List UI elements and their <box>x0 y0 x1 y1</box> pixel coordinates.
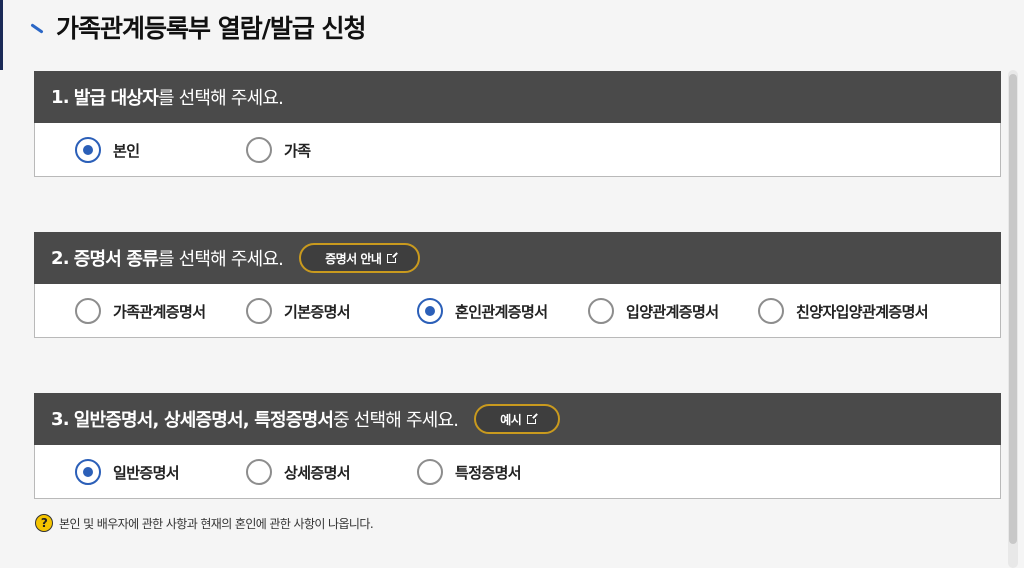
option-label: 기본증명서 <box>284 302 351 321</box>
info-note-text: 본인 및 배우자에 관한 사항과 현재의 혼인에 관한 사항이 나옵니다. <box>59 516 374 531</box>
section-3-title-rest: 중 선택해 주세요. <box>333 410 459 431</box>
radio-unselected-icon[interactable] <box>75 298 101 324</box>
option-label: 입양관계증명서 <box>626 302 719 321</box>
radio-selected-icon[interactable] <box>75 137 101 163</box>
option-label: 상세증명서 <box>284 463 351 482</box>
radio-option-marriage[interactable]: 혼인관계증명서 <box>417 284 548 338</box>
section-1-options: 본인 가족 <box>34 123 1001 177</box>
radio-unselected-icon[interactable] <box>246 137 272 163</box>
radio-unselected-icon[interactable] <box>588 298 614 324</box>
section-2-options: 가족관계증명서 기본증명서 혼인관계증명서 입양관계증명서 친양자입양관계증명서 <box>34 284 1001 338</box>
section-1-title-bold: 발급 대상자 <box>73 88 159 109</box>
radio-option-specific[interactable]: 특정증명서 <box>417 445 522 499</box>
external-link-icon <box>527 412 539 424</box>
section-2-number: 2. <box>51 247 70 269</box>
section-1-header: 1. 발급 대상자 를 선택해 주세요. <box>34 71 1001 123</box>
page-title: 가족관계등록부 열람/발급 신청 <box>56 14 367 43</box>
section-2-title-bold: 증명서 종류 <box>73 249 159 270</box>
external-link-icon <box>387 251 399 263</box>
section-2-title-rest: 를 선택해 주세요. <box>157 249 284 270</box>
option-label: 혼인관계증명서 <box>455 302 548 321</box>
certificate-guide-button[interactable]: 증명서 안내 <box>299 243 421 273</box>
option-label: 특정증명서 <box>455 463 522 482</box>
option-label: 친양자입양관계증명서 <box>796 302 929 321</box>
option-label: 가족관계증명서 <box>113 302 206 321</box>
radio-unselected-icon[interactable] <box>758 298 784 324</box>
section-certificate-detail: 3. 일반증명서, 상세증명서, 특정증명서 중 선택해 주세요. 예시 일반증… <box>34 393 1001 499</box>
radio-selected-icon[interactable] <box>75 459 101 485</box>
section-3-options: 일반증명서 상세증명서 특정증명서 <box>34 445 1001 499</box>
radio-option-detailed[interactable]: 상세증명서 <box>246 445 351 499</box>
radio-option-family-relation[interactable]: 가족관계증명서 <box>75 284 206 338</box>
section-3-number: 3. <box>51 408 70 430</box>
example-label: 예시 <box>500 412 522 427</box>
title-mark-icon <box>30 23 44 37</box>
radio-unselected-icon[interactable] <box>246 459 272 485</box>
radio-option-general[interactable]: 일반증명서 <box>75 445 180 499</box>
radio-unselected-icon[interactable] <box>417 459 443 485</box>
radio-option-self[interactable]: 본인 <box>75 123 140 177</box>
section-target: 1. 발급 대상자 를 선택해 주세요. 본인 가족 <box>34 71 1001 177</box>
scrollbar-thumb[interactable] <box>1009 74 1017 544</box>
radio-option-family[interactable]: 가족 <box>246 123 311 177</box>
radio-selected-icon[interactable] <box>417 298 443 324</box>
radio-option-basic[interactable]: 기본증명서 <box>246 284 351 338</box>
option-label: 일반증명서 <box>113 463 180 482</box>
section-3-header: 3. 일반증명서, 상세증명서, 특정증명서 중 선택해 주세요. 예시 <box>34 393 1001 445</box>
radio-option-adoption[interactable]: 입양관계증명서 <box>588 284 719 338</box>
option-label: 가족 <box>284 141 311 160</box>
section-1-title-rest: 를 선택해 주세요. <box>157 88 284 109</box>
page-header: 가족관계등록부 열람/발급 신청 <box>30 10 367 44</box>
radio-unselected-icon[interactable] <box>246 298 272 324</box>
example-button[interactable]: 예시 <box>474 404 561 434</box>
left-edge-bar <box>0 0 3 70</box>
info-note: ? 본인 및 배우자에 관한 사항과 현재의 혼인에 관한 사항이 나옵니다. <box>35 514 374 532</box>
radio-option-full-adoption[interactable]: 친양자입양관계증명서 <box>758 284 929 338</box>
vertical-scrollbar[interactable] <box>1008 70 1018 568</box>
section-3-title-bold: 일반증명서, 상세증명서, 특정증명서 <box>73 410 334 431</box>
option-label: 본인 <box>113 141 140 160</box>
question-icon: ? <box>35 514 53 532</box>
section-certificate-type: 2. 증명서 종류 를 선택해 주세요. 증명서 안내 가족관계증명서 기본증명… <box>34 232 1001 338</box>
section-1-number: 1. <box>51 86 70 108</box>
certificate-guide-label: 증명서 안내 <box>325 251 382 266</box>
section-2-header: 2. 증명서 종류 를 선택해 주세요. 증명서 안내 <box>34 232 1001 284</box>
